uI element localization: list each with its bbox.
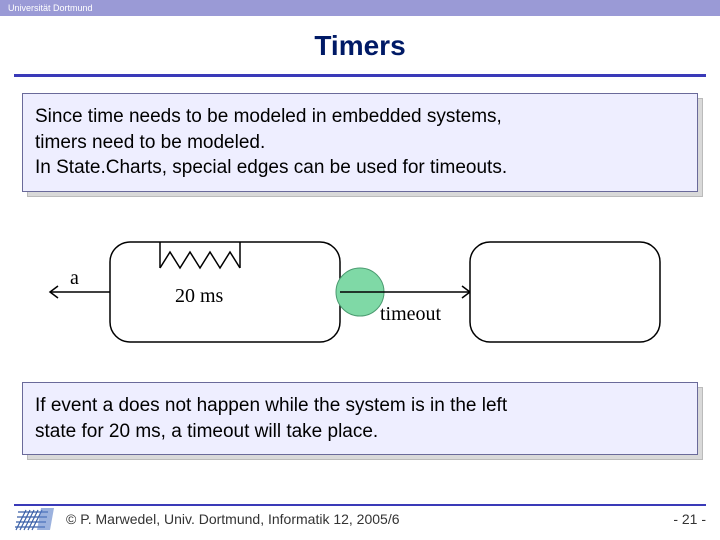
footer-copyright: © P. Marwedel, Univ. Dortmund, Informati… <box>66 511 400 527</box>
page-title: Timers <box>0 30 720 62</box>
box1-line2: timers need to be modeled. <box>35 130 685 156</box>
content-box-2: If event a does not happen while the sys… <box>22 382 698 455</box>
logo-icon <box>14 506 56 532</box>
box1-line1: Since time needs to be modeled in embedd… <box>35 104 685 130</box>
box-inner: If event a does not happen while the sys… <box>22 382 698 455</box>
title-underline <box>14 74 706 77</box>
page-number: - 21 - <box>673 511 706 527</box>
box2-line2: state for 20 ms, a timeout will take pla… <box>35 419 685 445</box>
content-box-1: Since time needs to be modeled in embedd… <box>22 93 698 192</box>
box1-line3: In State.Charts, special edges can be us… <box>35 155 685 181</box>
label-20ms: 20 ms <box>175 285 224 307</box>
header-institution: Universität Dortmund <box>8 3 93 13</box>
label-a: a <box>70 267 79 289</box>
timer-diagram: a 20 ms timeout <box>40 222 680 362</box>
footer: © P. Marwedel, Univ. Dortmund, Informati… <box>0 506 720 532</box>
header-bar: Universität Dortmund <box>0 0 720 16</box>
box2-line1: If event a does not happen while the sys… <box>35 393 685 419</box>
label-timeout: timeout <box>380 303 442 325</box>
box-inner: Since time needs to be modeled in embedd… <box>22 93 698 192</box>
